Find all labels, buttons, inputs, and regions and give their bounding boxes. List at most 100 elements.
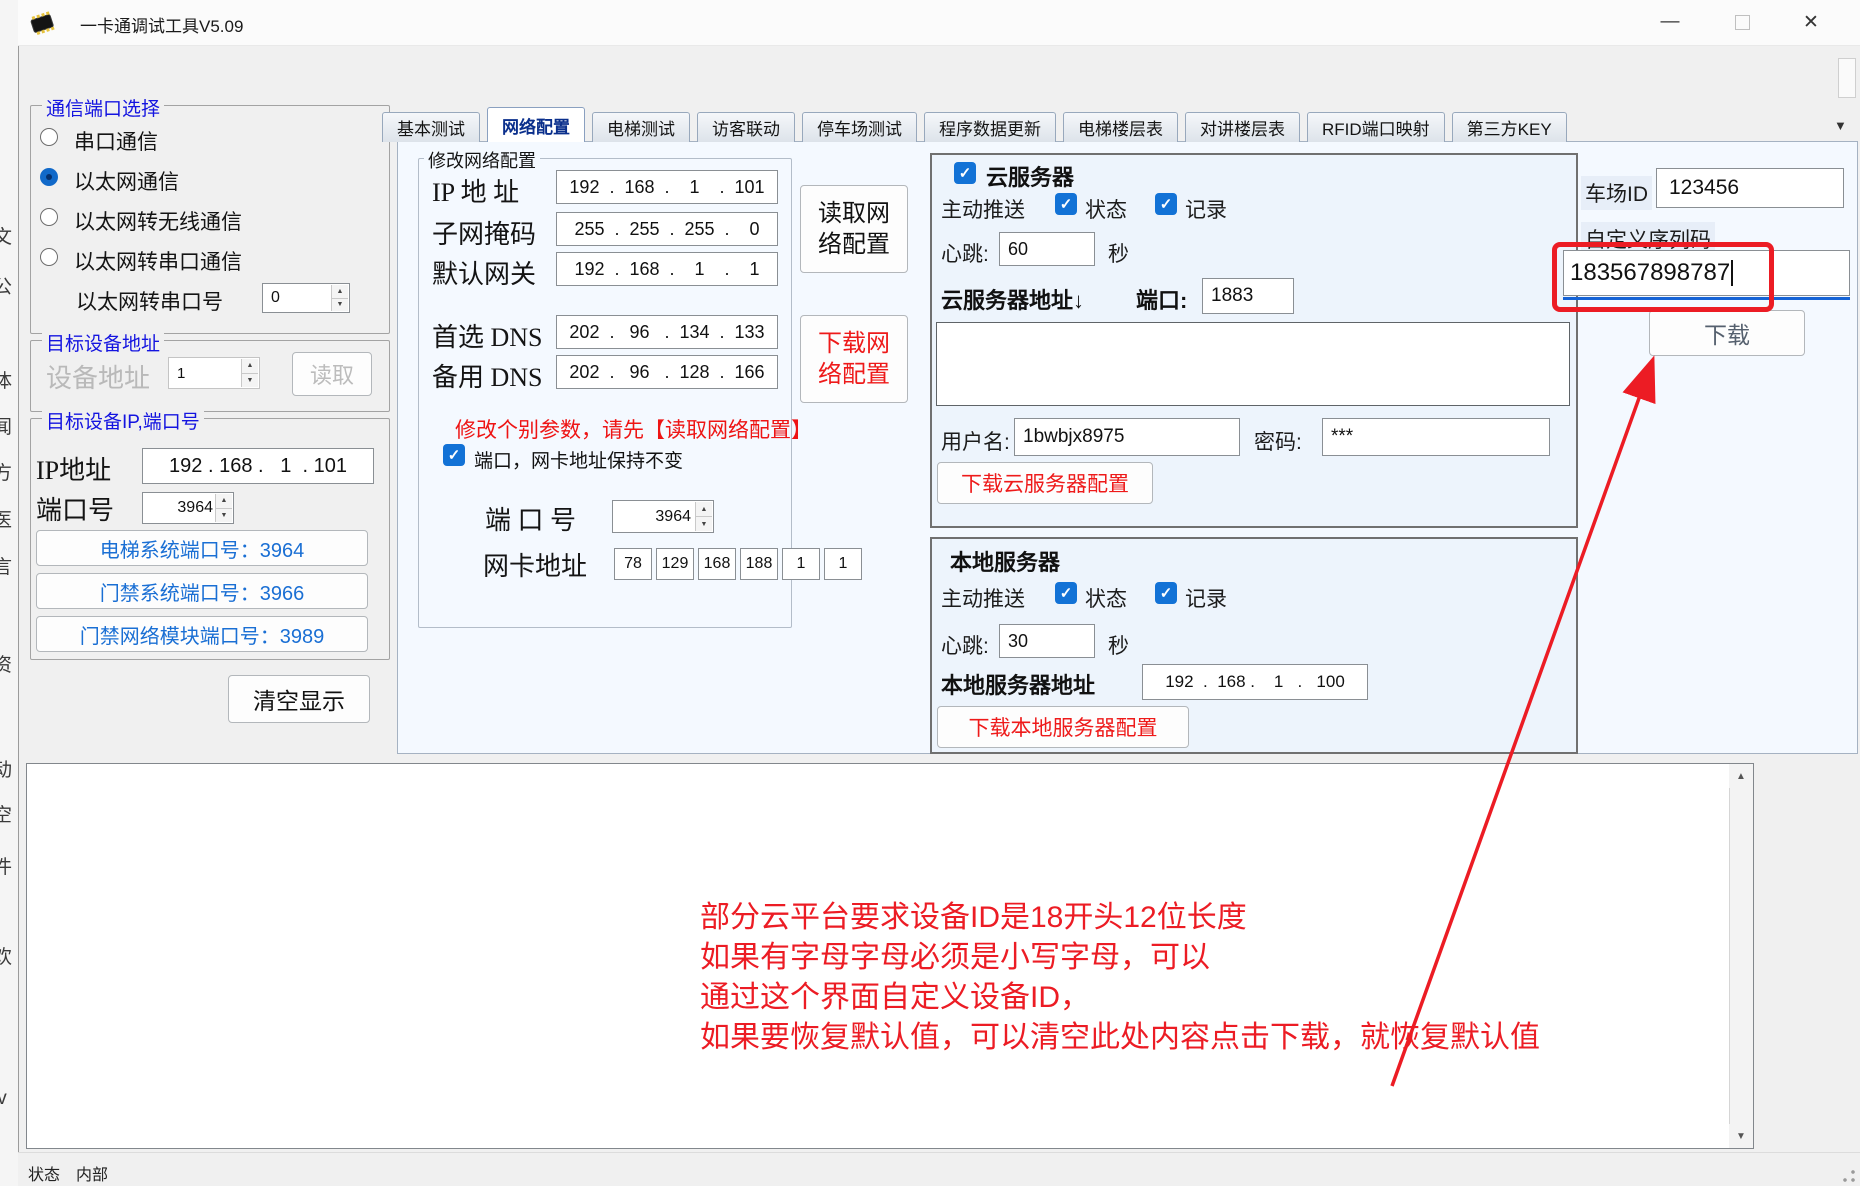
keep-port-mac-checkbox[interactable]: ✓ xyxy=(443,444,465,466)
cloud-server-checkbox[interactable]: ✓ xyxy=(954,162,976,184)
tab-parking-test[interactable]: 停车场测试 xyxy=(802,112,917,142)
tab-network-config[interactable]: 网络配置 xyxy=(487,107,585,142)
maximize-button[interactable] xyxy=(1722,6,1762,38)
spin-down-icon[interactable]: ▼ xyxy=(216,509,232,523)
access-system-port-button[interactable]: 门禁系统端口号：3966 xyxy=(36,573,368,609)
net-dns1-label: 首选 DNS xyxy=(432,317,543,354)
elevator-system-port-button[interactable]: 电梯系统端口号：3964 xyxy=(36,530,368,566)
mac-byte-input[interactable]: 1 xyxy=(824,548,862,580)
tab-basic-test[interactable]: 基本测试 xyxy=(382,112,480,142)
tab-strip: 基本测试 网络配置 电梯测试 访客联动 停车场测试 程序数据更新 电梯楼层表 对… xyxy=(382,108,1567,142)
spin-up-icon[interactable]: ▲ xyxy=(332,285,348,299)
radio-ethernet-comm[interactable] xyxy=(40,168,58,186)
status-right: 内部 xyxy=(76,1161,108,1185)
tab-elevator-test[interactable]: 电梯测试 xyxy=(592,112,690,142)
app-chip-icon xyxy=(28,9,56,37)
cloud-heartbeat-label: 心跳: xyxy=(941,238,989,268)
cloud-server-title: 云服务器 xyxy=(986,160,1074,192)
read-network-config-button[interactable]: 读取网络配置 xyxy=(800,185,908,273)
tab-overflow-dropdown-icon[interactable]: ▼ xyxy=(1834,118,1847,133)
status-left: 状态 xyxy=(28,1161,60,1185)
scroll-up-button[interactable]: ▲ xyxy=(1729,764,1753,788)
parking-lot-id-input[interactable]: 123456 xyxy=(1656,168,1844,208)
radio-ethernet-serial-comm[interactable] xyxy=(40,248,58,266)
cloud-username-input[interactable]: 1bwbjx8975 xyxy=(1014,418,1240,456)
output-scrollbar[interactable] xyxy=(1729,764,1753,1148)
tab-third-party-key[interactable]: 第三方KEY xyxy=(1452,112,1567,142)
device-address-input[interactable]: 1 ▲▼ xyxy=(168,357,260,389)
resize-grip[interactable] xyxy=(1842,1169,1856,1183)
net-dns1-input[interactable]: 202 . 96 . 134 . 133 xyxy=(556,315,778,349)
clipped-char: 欢 xyxy=(0,942,12,969)
tab-elevator-floor-table[interactable]: 电梯楼层表 xyxy=(1063,112,1178,142)
minimize-button[interactable]: — xyxy=(1650,6,1690,38)
check-icon: ✓ xyxy=(1060,195,1073,213)
download-network-config-button[interactable]: 下载网络配置 xyxy=(800,315,908,403)
cloud-port-input[interactable]: 1883 xyxy=(1202,278,1294,314)
net-ip-input[interactable]: 192 . 168 . 1 . 101 xyxy=(556,170,778,204)
net-gateway-input[interactable]: 192 . 168 . 1 . 1 xyxy=(556,252,778,286)
annotation-line: 部分云平台要求设备ID是18开头12位长度 xyxy=(700,892,1247,936)
spin-down-icon[interactable]: ▼ xyxy=(242,374,258,388)
tab-program-data-update[interactable]: 程序数据更新 xyxy=(924,112,1056,142)
annotation-line: 如果有字母字母必须是小写字母，可以 xyxy=(700,932,1210,976)
mac-byte-input[interactable]: 168 xyxy=(698,548,736,580)
net-mask-input[interactable]: 255 . 255 . 255 . 0 xyxy=(556,212,778,246)
cloud-status-checkbox[interactable]: ✓ xyxy=(1055,193,1077,215)
tab-rfid-port-mapping[interactable]: RFID端口映射 xyxy=(1307,112,1445,142)
spin-up-icon[interactable]: ▲ xyxy=(216,494,232,509)
radio-ethernet-wireless-comm[interactable] xyxy=(40,208,58,226)
local-heartbeat-input[interactable]: 30 xyxy=(999,624,1095,658)
net-dns2-label: 备用 DNS xyxy=(432,357,543,394)
ethernet-serial-no-input[interactable]: 0 ▲▼ xyxy=(262,283,350,313)
spin-down-icon[interactable]: ▼ xyxy=(332,299,348,312)
ethernet-serial-no-spinner[interactable]: ▲▼ xyxy=(331,285,348,311)
access-network-module-port-button[interactable]: 门禁网络模块端口号：3989 xyxy=(36,616,368,652)
device-address-spinner[interactable]: ▲▼ xyxy=(241,359,258,387)
local-push-label: 主动推送 xyxy=(941,583,1025,613)
read-device-address-button[interactable]: 读取 xyxy=(292,352,372,396)
cloud-push-label: 主动推送 xyxy=(941,194,1025,224)
clipped-char: 医 xyxy=(0,505,12,532)
mac-address-label: 网卡地址 xyxy=(483,546,587,583)
target-port-input[interactable]: 3964 ▲▼ xyxy=(142,492,234,524)
cloud-password-input[interactable]: *** xyxy=(1322,418,1550,456)
download-serial-button[interactable]: 下载 xyxy=(1649,310,1805,356)
close-button[interactable]: ✕ xyxy=(1791,6,1831,38)
check-icon: ✓ xyxy=(959,164,972,182)
clipped-char: 件 xyxy=(0,852,12,879)
scroll-down-button[interactable]: ▼ xyxy=(1729,1124,1753,1148)
target-ip-group-title: 目标设备IP,端口号 xyxy=(42,407,204,434)
net-port-spinner[interactable]: ▲▼ xyxy=(695,502,712,531)
mac-byte-input[interactable]: 78 xyxy=(614,548,652,580)
cloud-address-textarea[interactable] xyxy=(936,322,1570,406)
local-heartbeat-label: 心跳: xyxy=(941,630,989,660)
mac-byte-input[interactable]: 188 xyxy=(740,548,778,580)
clear-display-button[interactable]: 清空显示 xyxy=(228,675,370,723)
cloud-record-checkbox[interactable]: ✓ xyxy=(1155,193,1177,215)
annotation-highlight-rect xyxy=(1552,242,1774,312)
spin-up-icon[interactable]: ▲ xyxy=(696,502,712,517)
tab-visitor-linkage[interactable]: 访客联动 xyxy=(697,112,795,142)
spin-up-icon[interactable]: ▲ xyxy=(242,359,258,374)
download-cloud-config-button[interactable]: 下载云服务器配置 xyxy=(937,462,1153,504)
download-local-config-button[interactable]: 下载本地服务器配置 xyxy=(937,706,1189,748)
local-address-input[interactable]: 192 . 168 . 1 . 100 xyxy=(1142,664,1368,700)
local-status-checkbox[interactable]: ✓ xyxy=(1055,582,1077,604)
mac-byte-input[interactable]: 129 xyxy=(656,548,694,580)
net-dns2-input[interactable]: 202 . 96 . 128 . 166 xyxy=(556,355,778,389)
cloud-heartbeat-input[interactable]: 60 xyxy=(999,232,1095,266)
spin-down-icon[interactable]: ▼ xyxy=(696,517,712,531)
target-ip-input[interactable]: 192 . 168 . 1 . 101 xyxy=(142,448,374,484)
clipped-char: 动 xyxy=(0,755,12,782)
tab-intercom-floor-table[interactable]: 对讲楼层表 xyxy=(1185,112,1300,142)
clipped-char: iv xyxy=(0,1088,7,1110)
scroll-down-icon: ▼ xyxy=(1736,1131,1746,1142)
background-window-strip: 文 公 体 闻 方 医 言 i 资 动 空 件 欢 iv xyxy=(0,0,18,1186)
target-port-spinner[interactable]: ▲▼ xyxy=(215,494,232,522)
local-record-checkbox[interactable]: ✓ xyxy=(1155,582,1177,604)
radio-serial-comm[interactable] xyxy=(40,128,58,146)
net-port-input[interactable]: 3964 ▲▼ xyxy=(612,500,714,533)
mac-byte-input[interactable]: 1 xyxy=(782,548,820,580)
target-ip-label: IP地址 xyxy=(36,450,111,487)
